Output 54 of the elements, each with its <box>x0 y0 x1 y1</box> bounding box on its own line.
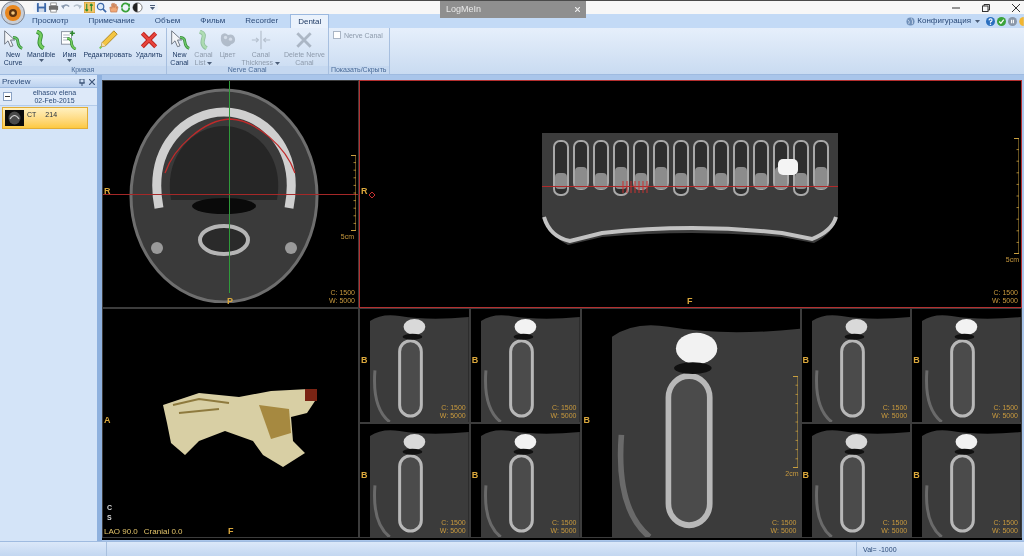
restore-icon[interactable] <box>982 3 990 12</box>
cross-icon <box>139 30 160 50</box>
tab[interactable]: Примечание <box>80 14 143 28</box>
check-icon[interactable] <box>997 16 1006 26</box>
orientation-label: F <box>687 297 693 306</box>
orientation-label: B <box>802 356 809 365</box>
printer-icon[interactable] <box>48 2 59 13</box>
app-menu-button[interactable] <box>1 1 25 25</box>
orientation-label: B <box>583 416 590 425</box>
caret-icon <box>975 19 980 23</box>
view-angle-label: LAO 90.0 <box>104 528 138 536</box>
tab[interactable]: Объем <box>146 14 189 28</box>
view-angle-label: Cranial 0.0 <box>143 528 183 536</box>
close-icon[interactable] <box>1012 3 1020 12</box>
pin-icon[interactable] <box>79 78 85 86</box>
panel-title: Preview <box>2 78 31 86</box>
orientation-label: B <box>913 356 920 365</box>
hatch-marker-icon <box>622 181 650 193</box>
config-menu[interactable]: Конфигурация <box>917 17 971 25</box>
tab[interactable]: Dental <box>290 14 330 28</box>
search-icon[interactable] <box>96 2 107 13</box>
orientation-label: R <box>104 187 111 196</box>
tab[interactable]: Recorder <box>237 14 287 28</box>
orientation-label: B <box>361 356 368 365</box>
close-icon[interactable] <box>89 79 95 85</box>
orientation-label: B <box>802 471 809 480</box>
tab[interactable]: Фильм <box>192 14 234 28</box>
collapse-button[interactable] <box>3 92 12 101</box>
hand-icon[interactable] <box>108 2 119 13</box>
orientation-label: B <box>471 356 479 365</box>
globe-icon[interactable] <box>906 16 916 26</box>
orientation-label: F <box>228 527 234 536</box>
save-icon[interactable] <box>36 2 47 13</box>
orientation-label: A <box>104 416 111 425</box>
help-icon[interactable] <box>986 16 995 26</box>
pencil-icon <box>97 30 118 50</box>
notification-text: LogMeIn <box>446 5 482 14</box>
cursor-curve-icon <box>3 30 23 50</box>
orb-icon <box>1 1 25 25</box>
orientation-label: R <box>361 187 368 196</box>
orientation-label: B <box>913 471 920 480</box>
customize-caret-icon[interactable] <box>150 5 155 10</box>
contrast-icon[interactable] <box>132 2 143 13</box>
minus-icon <box>5 94 10 99</box>
diamond-marker-icon <box>369 192 375 198</box>
orientation-label: B <box>361 471 368 480</box>
orientation-label: B <box>471 471 479 480</box>
crosshair-icon <box>250 30 271 50</box>
resize-arrows-icon[interactable] <box>84 2 95 13</box>
pause-icon[interactable] <box>1008 16 1017 26</box>
cursor-curve-icon <box>169 30 190 50</box>
cross-icon <box>294 30 315 50</box>
tab[interactable]: Просмотр <box>24 14 77 28</box>
ct-thumbnail-drawing <box>5 110 24 126</box>
